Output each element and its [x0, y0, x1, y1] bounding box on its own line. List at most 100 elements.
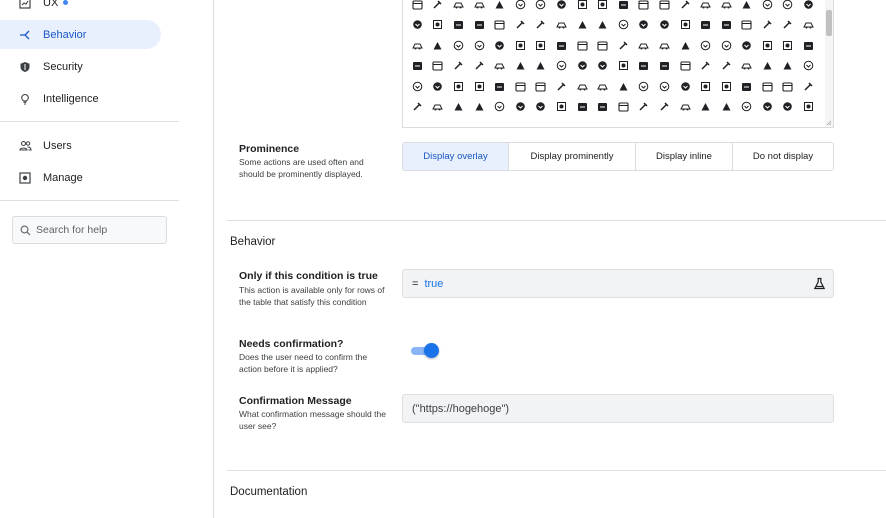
- icon-option[interactable]: [695, 98, 716, 116]
- icon-option[interactable]: [572, 16, 593, 34]
- icon-option[interactable]: [757, 16, 778, 34]
- icon-option[interactable]: [428, 16, 449, 34]
- icon-option[interactable]: [695, 36, 716, 54]
- icon-option[interactable]: [448, 57, 469, 75]
- icon-option[interactable]: [531, 16, 552, 34]
- icon-option[interactable]: [531, 98, 552, 116]
- icon-option[interactable]: [798, 16, 819, 34]
- icon-option[interactable]: [798, 98, 819, 116]
- icon-option[interactable]: [675, 57, 696, 75]
- icon-option[interactable]: [489, 98, 510, 116]
- icon-option[interactable]: [778, 0, 799, 13]
- icon-option[interactable]: [489, 0, 510, 13]
- confirmation-message-field[interactable]: ("https://hogehoge"): [402, 394, 834, 423]
- icon-option[interactable]: [675, 16, 696, 34]
- icon-option[interactable]: [613, 77, 634, 95]
- icon-option[interactable]: [448, 36, 469, 54]
- search-input[interactable]: [36, 224, 161, 236]
- icon-option[interactable]: [778, 57, 799, 75]
- icon-option[interactable]: [448, 77, 469, 95]
- icon-option[interactable]: [551, 57, 572, 75]
- icon-option[interactable]: [407, 16, 428, 34]
- icon-option[interactable]: [572, 57, 593, 75]
- icon-option[interactable]: [613, 16, 634, 34]
- icon-option[interactable]: [757, 36, 778, 54]
- icon-option[interactable]: [654, 0, 675, 13]
- icon-option[interactable]: [551, 0, 572, 13]
- icon-option[interactable]: [654, 57, 675, 75]
- icon-option[interactable]: [695, 77, 716, 95]
- icon-option[interactable]: [592, 16, 613, 34]
- icon-option[interactable]: [407, 36, 428, 54]
- icon-option[interactable]: [572, 36, 593, 54]
- icon-option[interactable]: [716, 16, 737, 34]
- prominence-option-inline[interactable]: Display inline: [636, 143, 733, 170]
- icon-option[interactable]: [613, 0, 634, 13]
- confirmation-toggle[interactable]: [411, 343, 439, 358]
- icon-option[interactable]: [798, 57, 819, 75]
- icon-option[interactable]: [716, 36, 737, 54]
- icon-option[interactable]: [716, 0, 737, 13]
- icon-option[interactable]: [531, 57, 552, 75]
- icon-option[interactable]: [798, 0, 819, 13]
- icon-option[interactable]: [592, 57, 613, 75]
- icon-option[interactable]: [778, 16, 799, 34]
- icon-option[interactable]: [675, 36, 696, 54]
- icon-option[interactable]: [654, 98, 675, 116]
- icon-option[interactable]: [531, 0, 552, 13]
- icon-option[interactable]: [716, 98, 737, 116]
- icon-option[interactable]: [448, 16, 469, 34]
- icon-option[interactable]: [654, 36, 675, 54]
- icon-option[interactable]: [695, 57, 716, 75]
- sidebar-item-security[interactable]: Security: [0, 52, 161, 81]
- sidebar-item-intelligence[interactable]: Intelligence: [0, 84, 161, 113]
- icon-option[interactable]: [654, 16, 675, 34]
- icon-option[interactable]: [469, 77, 490, 95]
- sidebar-item-users[interactable]: Users: [0, 131, 161, 160]
- icon-option[interactable]: [592, 98, 613, 116]
- icon-option[interactable]: [757, 77, 778, 95]
- icon-option[interactable]: [428, 77, 449, 95]
- icon-option[interactable]: [592, 0, 613, 13]
- icon-option[interactable]: [510, 98, 531, 116]
- icon-option[interactable]: [489, 57, 510, 75]
- icon-option[interactable]: [489, 16, 510, 34]
- icon-option[interactable]: [757, 0, 778, 13]
- icon-option[interactable]: [428, 0, 449, 13]
- icon-option[interactable]: [798, 77, 819, 95]
- icon-option[interactable]: [510, 36, 531, 54]
- icon-picker-grid[interactable]: [402, 0, 834, 128]
- prominence-option-prominently[interactable]: Display prominently: [509, 143, 636, 170]
- icon-option[interactable]: [675, 98, 696, 116]
- icon-option[interactable]: [469, 98, 490, 116]
- icon-option[interactable]: [675, 0, 696, 13]
- icon-option[interactable]: [654, 77, 675, 95]
- icon-option[interactable]: [510, 57, 531, 75]
- icon-option[interactable]: [448, 0, 469, 13]
- icon-option[interactable]: [592, 36, 613, 54]
- icon-option[interactable]: [489, 36, 510, 54]
- icon-option[interactable]: [737, 57, 758, 75]
- icon-grid-scrollbar[interactable]: [825, 0, 833, 127]
- icon-option[interactable]: [407, 57, 428, 75]
- icon-option[interactable]: [572, 77, 593, 95]
- icon-option[interactable]: [778, 98, 799, 116]
- icon-option[interactable]: [737, 16, 758, 34]
- icon-option[interactable]: [716, 57, 737, 75]
- icon-option[interactable]: [757, 57, 778, 75]
- icon-option[interactable]: [428, 57, 449, 75]
- icon-option[interactable]: [695, 0, 716, 13]
- icon-option[interactable]: [489, 77, 510, 95]
- icon-option[interactable]: [675, 77, 696, 95]
- icon-option[interactable]: [510, 77, 531, 95]
- icon-option[interactable]: [469, 36, 490, 54]
- icon-option[interactable]: [551, 77, 572, 95]
- icon-option[interactable]: [634, 77, 655, 95]
- prominence-option-none[interactable]: Do not display: [733, 143, 833, 170]
- icon-option[interactable]: [551, 98, 572, 116]
- icon-option[interactable]: [634, 16, 655, 34]
- icon-option[interactable]: [778, 77, 799, 95]
- icon-option[interactable]: [510, 16, 531, 34]
- icon-option[interactable]: [572, 0, 593, 13]
- icon-option[interactable]: [737, 98, 758, 116]
